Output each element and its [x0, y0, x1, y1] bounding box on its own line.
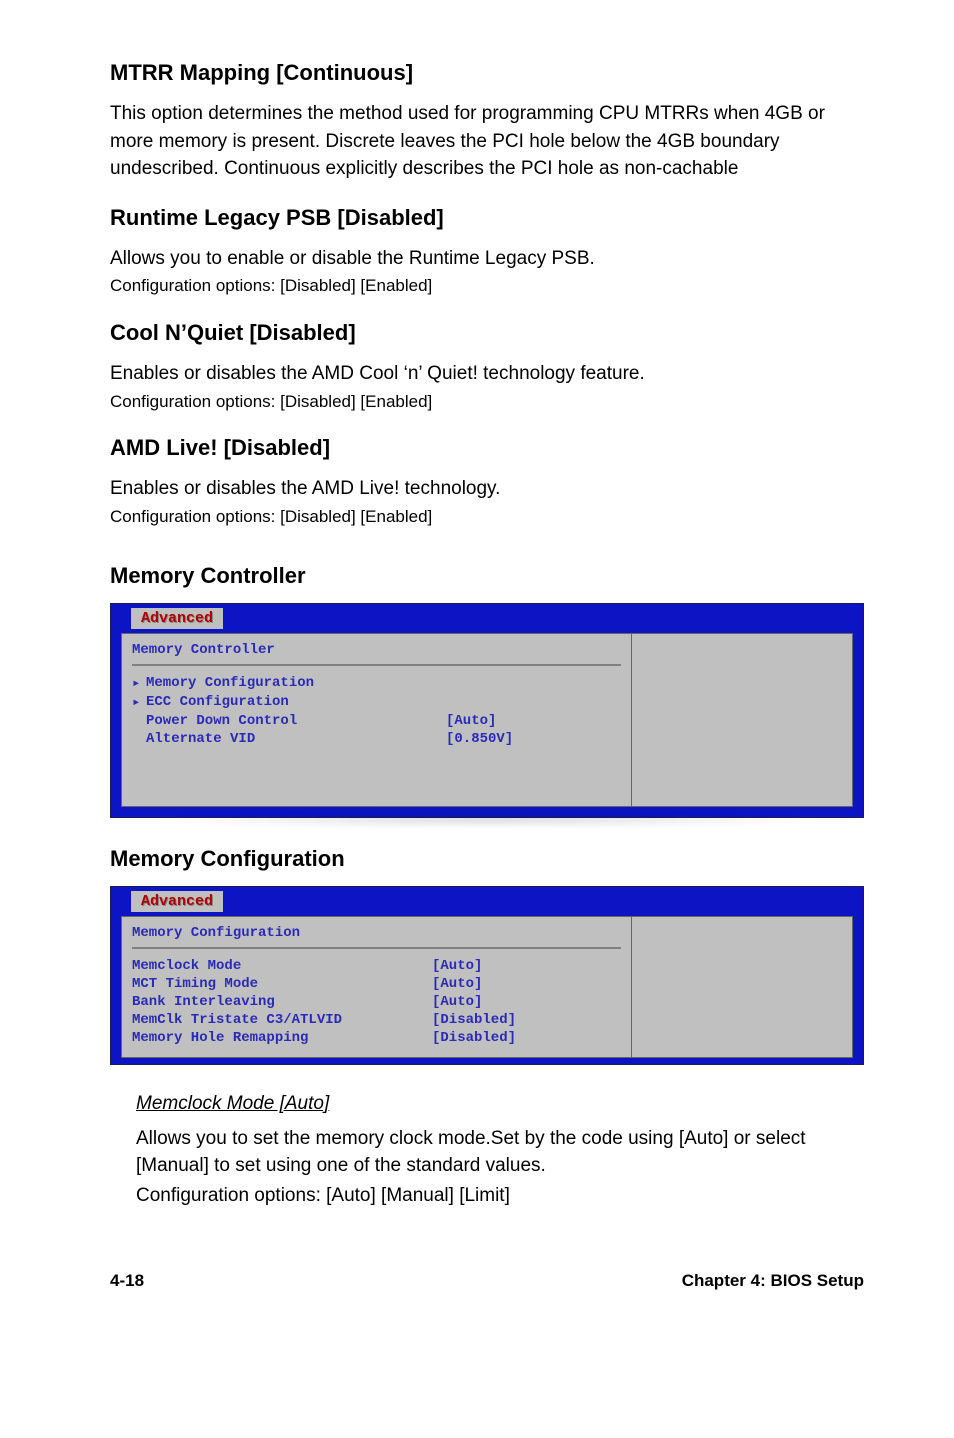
bios-tab-advanced[interactable]: Advanced: [131, 891, 223, 912]
config-options-cool-n-quiet: Configuration options: [Disabled] [Enabl…: [110, 390, 864, 414]
bios-row-label: Alternate VID: [146, 731, 446, 747]
heading-amd-live: AMD Live! [Disabled]: [110, 435, 864, 461]
text-mtrr-mapping: This option determines the method used f…: [110, 100, 864, 183]
bios-row-label: MCT Timing Mode: [132, 976, 432, 992]
text-cool-n-quiet: Enables or disables the AMD Cool ‘n’ Qui…: [110, 360, 864, 388]
chapter-title: Chapter 4: BIOS Setup: [682, 1271, 864, 1291]
bios-tabbar: Advanced: [111, 887, 863, 912]
heading-runtime-legacy-psb: Runtime Legacy PSB [Disabled]: [110, 205, 864, 231]
bios-row-value: [Auto]: [432, 958, 621, 974]
bios-tabbar: Advanced: [111, 604, 863, 629]
text-amd-live: Enables or disables the AMD Live! techno…: [110, 475, 864, 503]
divider: [132, 664, 621, 666]
bios-row[interactable]: Memory Hole Remapping [Disabled]: [132, 1029, 621, 1047]
bios-row-value: [0.850V]: [446, 731, 621, 747]
bios-help-pane: [632, 917, 852, 1057]
bios-row-value: [446, 694, 621, 711]
bios-panel-memory-controller: Advanced Memory Controller ▸ Memory Conf…: [110, 603, 864, 818]
bios-tab-advanced[interactable]: Advanced: [131, 608, 223, 629]
subheading-memclock-mode: Memclock Mode [Auto]: [136, 1093, 864, 1115]
bios-row[interactable]: Memclock Mode [Auto]: [132, 957, 621, 975]
config-options-memclock-mode: Configuration options: [Auto] [Manual] […: [136, 1182, 864, 1210]
bios-row-value: [446, 675, 621, 692]
bios-panel-memory-configuration: Advanced Memory Configuration Memclock M…: [110, 886, 864, 1065]
submenu-arrow-icon: ▸: [132, 694, 146, 711]
bios-row-value: [Auto]: [432, 976, 621, 992]
bios-row-label: ECC Configuration: [146, 694, 446, 711]
bios-panel-title: Memory Configuration: [132, 923, 621, 945]
bios-row-label: Power Down Control: [146, 713, 446, 729]
bios-row[interactable]: ▸ Memory Configuration: [132, 674, 621, 693]
heading-memory-configuration: Memory Configuration: [110, 846, 864, 872]
text-runtime-legacy-psb: Allows you to enable or disable the Runt…: [110, 245, 864, 273]
bios-row[interactable]: Bank Interleaving [Auto]: [132, 993, 621, 1011]
bios-help-pane: [632, 634, 852, 806]
heading-mtrr-mapping: MTRR Mapping [Continuous]: [110, 60, 864, 86]
bios-row[interactable]: MCT Timing Mode [Auto]: [132, 975, 621, 993]
bios-panel-title: Memory Controller: [132, 640, 621, 662]
divider: [132, 947, 621, 949]
bios-row-label: MemClk Tristate C3/ATLVID: [132, 1012, 432, 1028]
bios-row-value: [Disabled]: [432, 1012, 621, 1028]
bios-row[interactable]: ▸ ECC Configuration: [132, 693, 621, 712]
config-options-amd-live: Configuration options: [Disabled] [Enabl…: [110, 505, 864, 529]
bios-row-value: [Disabled]: [432, 1030, 621, 1046]
page-number: 4-18: [110, 1271, 144, 1291]
submenu-arrow-icon: ▸: [132, 675, 146, 692]
bios-row[interactable]: MemClk Tristate C3/ATLVID [Disabled]: [132, 1011, 621, 1029]
bios-row-value: [Auto]: [446, 713, 621, 729]
bios-row-value: [Auto]: [432, 994, 621, 1010]
bios-row[interactable]: Power Down Control [Auto]: [132, 712, 621, 730]
bios-row[interactable]: Alternate VID [0.850V]: [132, 730, 621, 748]
bios-row-label: Bank Interleaving: [132, 994, 432, 1010]
bios-row-label: Memory Hole Remapping: [132, 1030, 432, 1046]
heading-cool-n-quiet: Cool N’Quiet [Disabled]: [110, 320, 864, 346]
heading-memory-controller: Memory Controller: [110, 563, 864, 589]
bios-row-label: Memclock Mode: [132, 958, 432, 974]
config-options-runtime-legacy-psb: Configuration options: [Disabled] [Enabl…: [110, 274, 864, 298]
text-memclock-mode: Allows you to set the memory clock mode.…: [136, 1125, 864, 1180]
bios-row-label: Memory Configuration: [146, 675, 446, 692]
